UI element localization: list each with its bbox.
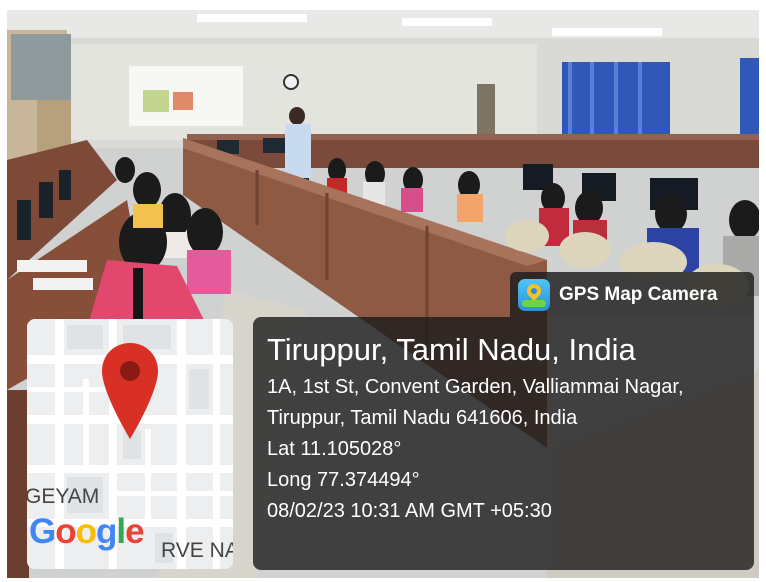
screenshot-frame: GPS Map Camera Tiruppur, Tamil Nadu, Ind… bbox=[0, 0, 766, 582]
location-info-panel: Tiruppur, Tamil Nadu, India 1A, 1st St, … bbox=[253, 317, 754, 570]
map-street-label-left: GEYAM bbox=[27, 485, 100, 508]
google-letter: o bbox=[55, 512, 76, 551]
map-street-label-right: RVE NA bbox=[161, 539, 233, 562]
google-logo: Google bbox=[29, 512, 145, 552]
gps-camera-label: GPS Map Camera bbox=[559, 283, 718, 305]
gps-map-camera-app-icon bbox=[518, 278, 550, 311]
latitude-text: Lat 11.105028° bbox=[267, 438, 402, 460]
google-letter: e bbox=[125, 512, 144, 551]
address-text: 1A, 1st St, Convent Garden, Valliammai N… bbox=[267, 376, 684, 429]
longitude-text: Long 77.374494° bbox=[267, 469, 420, 491]
google-letter: G bbox=[29, 512, 56, 551]
gps-camera-badge: GPS Map Camera bbox=[510, 272, 754, 317]
datetime-text: 08/02/23 10:31 AM GMT +05:30 bbox=[267, 500, 552, 522]
place-title: Tiruppur, Tamil Nadu, India bbox=[267, 332, 636, 367]
map-pin-icon bbox=[102, 343, 158, 439]
map-thumbnail: GEYAM RVE NA Google bbox=[27, 319, 233, 569]
google-letter: g bbox=[96, 512, 117, 551]
google-letter: o bbox=[75, 512, 97, 551]
google-letter: l bbox=[116, 512, 126, 551]
